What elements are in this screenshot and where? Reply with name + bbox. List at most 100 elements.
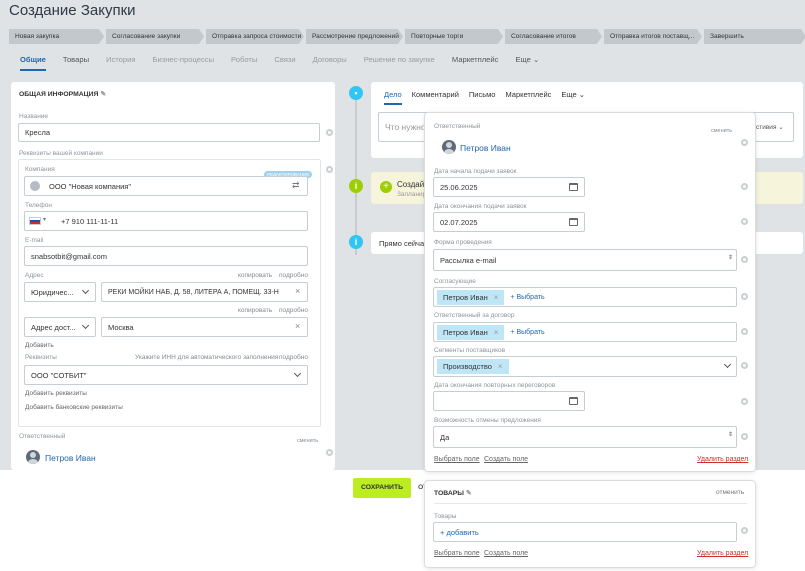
tab-general[interactable]: Общие xyxy=(20,55,46,71)
details-link-2[interactable]: подробно xyxy=(279,307,308,314)
close-icon[interactable]: × xyxy=(494,325,499,340)
calendar-icon[interactable] xyxy=(569,183,578,191)
rebid-date-input[interactable] xyxy=(433,391,585,411)
name-input[interactable]: Кресла xyxy=(18,123,320,142)
popup-responsible-name[interactable]: Петров Иван xyxy=(460,143,511,153)
gear-icon[interactable] xyxy=(741,218,748,225)
gear-icon[interactable] xyxy=(741,398,748,405)
stage-approval[interactable]: Согласование закупки xyxy=(106,29,204,44)
stage-send-results[interactable]: Отправка итогов поставщ... xyxy=(604,29,702,44)
goods-create-field-link[interactable]: Создать поле xyxy=(484,550,528,557)
timeline-tab-comment[interactable]: Комментарий xyxy=(412,90,459,105)
gear-icon[interactable] xyxy=(326,166,333,173)
create-field-link[interactable]: Создать поле xyxy=(484,456,528,463)
approvers-select-link[interactable]: + Выбрать xyxy=(510,294,544,301)
tab-history[interactable]: История xyxy=(106,55,135,71)
stage-finish[interactable]: Завершить xyxy=(704,29,805,44)
requisites-details-link[interactable]: подробно xyxy=(279,354,308,361)
close-icon[interactable]: × xyxy=(295,286,300,296)
email-input[interactable]: snabsotbit@gmail.com xyxy=(24,246,308,266)
end-date-input[interactable]: 02.07.2025 xyxy=(433,212,585,232)
add-icon[interactable]: + xyxy=(380,181,392,193)
goods-add-link[interactable]: + добавить xyxy=(440,528,479,537)
timeline-tab-mail[interactable]: Письмо xyxy=(469,90,496,105)
stage-rebid[interactable]: Повторные торги xyxy=(405,29,503,44)
planned-sub: Запланир xyxy=(397,191,427,198)
start-date-input[interactable]: 25.06.2025 xyxy=(433,177,585,197)
stage-results-approval[interactable]: Согласование итогов xyxy=(505,29,602,44)
timeline-tab-marketplace[interactable]: Маркетплейс xyxy=(505,90,551,105)
tab-links[interactable]: Связи xyxy=(274,55,295,71)
goods-delete-section-link[interactable]: Удалить раздел xyxy=(697,550,748,557)
timeline-tab-task[interactable]: Дело xyxy=(384,90,402,105)
choose-field-link[interactable]: Выбрать поле xyxy=(434,456,480,463)
tab-decision[interactable]: Решение по закупке xyxy=(364,55,435,71)
popup-change-link[interactable]: сменить xyxy=(711,128,732,134)
goods-cancel-link[interactable]: отменить xyxy=(716,489,744,496)
general-info-card: ОБЩАЯ ИНФОРМАЦИЯ ✎ Название Кресла Рекви… xyxy=(11,82,335,470)
tab-marketplace[interactable]: Маркетплейс xyxy=(452,55,499,71)
details-link[interactable]: подробно xyxy=(279,272,308,279)
gear-icon[interactable] xyxy=(326,129,333,136)
close-icon[interactable]: × xyxy=(295,321,300,331)
flag-dropdown-icon[interactable]: ▾ xyxy=(43,216,46,223)
gear-icon[interactable] xyxy=(741,183,748,190)
gear-icon[interactable] xyxy=(741,139,748,146)
tab-goods[interactable]: Товары xyxy=(63,55,89,71)
gear-icon[interactable] xyxy=(326,449,333,456)
calendar-icon[interactable] xyxy=(569,218,578,226)
copy-link-2[interactable]: копировать xyxy=(238,307,272,314)
company-field[interactable]: ООО "Новая компания" xyxy=(24,176,308,196)
gear-icon[interactable] xyxy=(741,256,748,263)
calendar-icon[interactable] xyxy=(569,397,578,405)
info-icon: i xyxy=(349,179,363,193)
inn-hint: Укажите ИНН для автоматического заполнен… xyxy=(135,354,279,361)
pencil-icon[interactable]: ✎ xyxy=(100,91,106,98)
tab-more[interactable]: Еще ⌄ xyxy=(515,55,539,71)
approvers-label: Согласующие xyxy=(434,278,476,285)
contract-responsible-field[interactable]: Петров Иван × + Выбрать xyxy=(433,322,737,342)
change-responsible-link[interactable]: сменить xyxy=(297,438,318,444)
responsible-name[interactable]: Петров Иван xyxy=(45,453,96,463)
swap-icon[interactable]: ⇄ xyxy=(292,180,300,191)
tab-contracts[interactable]: Договоры xyxy=(313,55,347,71)
approver-tag-label: Петров Иван xyxy=(443,292,488,302)
add-requisites-link[interactable]: Добавить реквизиты xyxy=(25,390,87,397)
contract-select-link[interactable]: + Выбрать xyxy=(510,329,544,336)
goods-choose-field-link[interactable]: Выбрать поле xyxy=(434,550,480,557)
close-icon[interactable]: × xyxy=(494,290,499,305)
form-select[interactable]: Рассылка e-mail xyxy=(433,249,737,271)
add-address-link[interactable]: Добавить xyxy=(25,342,54,349)
gear-icon[interactable] xyxy=(741,293,748,300)
address-input-2[interactable]: Москва xyxy=(101,317,308,337)
gear-icon[interactable] xyxy=(741,362,748,369)
save-button[interactable]: СОХРАНИТЬ xyxy=(353,478,411,498)
timeline-tab-more[interactable]: Еще ⌄ xyxy=(561,90,585,105)
add-bank-requisites-link[interactable]: Добавить банковские реквизиты xyxy=(25,404,123,411)
popup-responsible-label: Ответственный xyxy=(434,123,481,130)
segments-field[interactable]: Производство × xyxy=(433,356,737,377)
tab-robots[interactable]: Роботы xyxy=(231,55,257,71)
tab-business-processes[interactable]: Бизнес-процессы xyxy=(152,55,214,71)
goods-add-field[interactable]: + добавить xyxy=(433,522,737,542)
close-icon[interactable]: × xyxy=(498,359,503,374)
select-arrows-icon[interactable]: ⇕ xyxy=(728,431,733,438)
select-arrows-icon[interactable]: ⇕ xyxy=(728,254,733,261)
requisites-select[interactable]: ООО "СОТБИТ" xyxy=(24,365,308,385)
phone-input[interactable]: +7 910 111-11-11 xyxy=(24,211,308,231)
gear-icon[interactable] xyxy=(741,433,748,440)
timeline-partial-status[interactable]: стивия ⌄ xyxy=(756,123,784,131)
gear-icon[interactable] xyxy=(741,328,748,335)
stage-price-request[interactable]: Отправка запроса стоимости xyxy=(206,29,304,44)
russia-flag-icon[interactable] xyxy=(29,217,41,225)
address-input[interactable]: РЕКИ МОЙКИ НАБ, Д. 58, ЛИТЕРА А, ПОМЕЩ. … xyxy=(101,282,308,302)
copy-link[interactable]: копировать xyxy=(238,272,272,279)
cancel-offer-select[interactable]: Да xyxy=(433,426,737,448)
tab-bar: Общие Товары История Бизнес-процессы Роб… xyxy=(20,55,556,71)
gear-icon[interactable] xyxy=(741,527,748,534)
delete-section-link[interactable]: Удалить раздел xyxy=(697,456,748,463)
stage-new[interactable]: Новая закупка xyxy=(9,29,104,44)
approvers-field[interactable]: Петров Иван × + Выбрать xyxy=(433,287,737,307)
stage-review[interactable]: Рассмотрение предложений xyxy=(306,29,403,44)
pencil-icon[interactable]: ✎ xyxy=(466,490,472,497)
